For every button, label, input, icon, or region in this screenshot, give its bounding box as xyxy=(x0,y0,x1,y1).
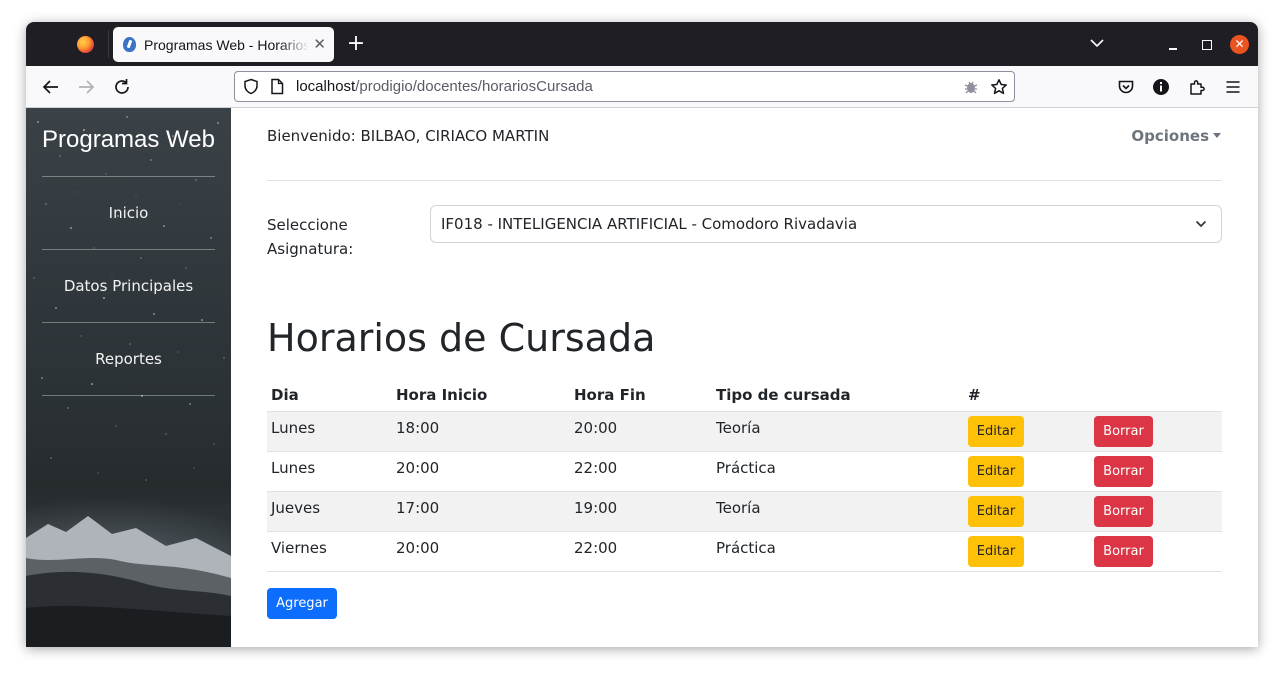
table-row: Lunes 20:00 22:00 Práctica Editar Borrar xyxy=(267,452,1222,492)
window-close-icon[interactable]: ✕ xyxy=(1230,35,1249,54)
sidebar-brand[interactable]: Programas Web xyxy=(26,126,231,154)
extension-info-icon[interactable] xyxy=(1152,78,1170,96)
edit-button[interactable]: Editar xyxy=(968,536,1024,567)
url-host: localhost xyxy=(296,78,356,95)
chevron-down-icon xyxy=(1195,220,1207,228)
edit-button[interactable]: Editar xyxy=(968,496,1024,527)
sidebar-divider xyxy=(42,176,215,177)
sidebar: Programas Web Inicio Datos Principales R… xyxy=(26,108,231,647)
header-divider xyxy=(267,180,1222,181)
cell-tipo-cursada: Práctica xyxy=(716,459,776,477)
subject-select[interactable]: IF018 - INTELIGENCIA ARTIFICIAL - Comodo… xyxy=(430,205,1222,243)
minimize-icon[interactable] xyxy=(1163,34,1183,54)
tab-title: Programas Web - Horarios de Cursada xyxy=(144,36,310,53)
delete-button[interactable]: Borrar xyxy=(1094,416,1153,447)
cell-hora-inicio: 20:00 xyxy=(396,459,440,477)
cell-hora-inicio: 20:00 xyxy=(396,539,440,557)
table-row: Lunes 18:00 20:00 Teoría Editar Borrar xyxy=(267,412,1222,452)
tab-strip: Programas Web - Horarios de Cursada ✕ + … xyxy=(26,22,1258,66)
page-title: Horarios de Cursada xyxy=(267,316,656,360)
welcome-text: Bienvenido: BILBAO, CIRIACO MARTIN xyxy=(267,127,550,145)
edit-button[interactable]: Editar xyxy=(968,416,1024,447)
navigation-toolbar: localhost/prodigio/docentes/horariosCurs… xyxy=(26,66,1258,108)
page-viewport: Programas Web Inicio Datos Principales R… xyxy=(26,108,1258,647)
header-tipo-cursada: Tipo de cursada xyxy=(716,386,851,404)
sidebar-item-datos-principales[interactable]: Datos Principales xyxy=(26,277,231,295)
address-bar[interactable]: localhost/prodigio/docentes/horariosCurs… xyxy=(234,71,1015,102)
schedule-table: Dia Hora Inicio Hora Fin Tipo de cursada… xyxy=(267,380,1222,572)
delete-button[interactable]: Borrar xyxy=(1094,496,1153,527)
back-icon[interactable] xyxy=(40,76,62,98)
cell-hora-fin: 22:00 xyxy=(574,539,618,557)
cell-dia: Jueves xyxy=(271,499,321,517)
list-all-tabs-icon[interactable] xyxy=(1088,34,1106,52)
header-hora-fin: Hora Fin xyxy=(574,386,646,404)
sidebar-divider xyxy=(42,395,215,396)
reload-icon[interactable] xyxy=(111,76,133,98)
cell-tipo-cursada: Teoría xyxy=(716,419,761,437)
cell-tipo-cursada: Práctica xyxy=(716,539,776,557)
tab-active[interactable]: Programas Web - Horarios de Cursada ✕ xyxy=(113,27,334,62)
cell-hora-inicio: 17:00 xyxy=(396,499,440,517)
tab-separator xyxy=(108,30,109,58)
page-info-icon[interactable] xyxy=(270,78,284,95)
edit-button[interactable]: Editar xyxy=(968,456,1024,487)
delete-button[interactable]: Borrar xyxy=(1094,456,1153,487)
maximize-icon[interactable] xyxy=(1196,34,1216,54)
subject-select-label: Seleccione Asignatura: xyxy=(267,216,354,258)
starry-sky-background xyxy=(33,116,225,481)
tab-favicon-icon xyxy=(123,37,136,52)
snowy-mountains-background xyxy=(26,516,231,647)
table-row: Viernes 20:00 22:00 Práctica Editar Borr… xyxy=(267,532,1222,572)
table-header-row: Dia Hora Inicio Hora Fin Tipo de cursada… xyxy=(267,380,1222,412)
options-dropdown[interactable]: Opciones xyxy=(1131,127,1221,145)
firefox-view-icon[interactable] xyxy=(77,36,94,53)
app-menu-hamburger-icon[interactable] xyxy=(1224,78,1242,96)
header-hora-inicio: Hora Inicio xyxy=(396,386,488,404)
cell-dia: Lunes xyxy=(271,419,316,437)
header-actions: # xyxy=(968,386,981,404)
sidebar-divider xyxy=(42,249,215,250)
options-label: Opciones xyxy=(1131,127,1209,145)
cell-dia: Lunes xyxy=(271,459,316,477)
cell-hora-inicio: 18:00 xyxy=(396,419,440,437)
bookmark-star-icon[interactable] xyxy=(990,78,1008,96)
browser-window: Programas Web - Horarios de Cursada ✕ + … xyxy=(26,22,1258,647)
sidebar-item-reportes[interactable]: Reportes xyxy=(26,350,231,368)
new-tab-button[interactable]: + xyxy=(344,31,368,57)
cell-hora-fin: 19:00 xyxy=(574,499,618,517)
header-dia: Dia xyxy=(271,386,299,404)
url-text: localhost/prodigio/docentes/horariosCurs… xyxy=(296,78,593,95)
table-row: Jueves 17:00 19:00 Teoría Editar Borrar xyxy=(267,492,1222,532)
forward-icon[interactable] xyxy=(75,76,97,98)
extensions-puzzle-icon[interactable] xyxy=(1188,78,1206,96)
url-path: /prodigio/docentes/horariosCursada xyxy=(355,78,593,95)
delete-button[interactable]: Borrar xyxy=(1094,536,1153,567)
remote-debug-bug-icon[interactable] xyxy=(963,79,979,95)
cell-dia: Viernes xyxy=(271,539,327,557)
main-content: Bienvenido: BILBAO, CIRIACO MARTIN Opcio… xyxy=(231,108,1258,647)
sidebar-item-inicio[interactable]: Inicio xyxy=(26,204,231,222)
tracking-protection-shield-icon[interactable] xyxy=(243,78,259,95)
cell-tipo-cursada: Teoría xyxy=(716,499,761,517)
tab-close-icon[interactable]: ✕ xyxy=(313,37,326,52)
cell-hora-fin: 20:00 xyxy=(574,419,618,437)
cell-hora-fin: 22:00 xyxy=(574,459,618,477)
caret-down-icon xyxy=(1213,133,1221,138)
subject-select-value: IF018 - INTELIGENCIA ARTIFICIAL - Comodo… xyxy=(441,215,858,233)
sidebar-divider xyxy=(42,322,215,323)
pocket-icon[interactable] xyxy=(1117,78,1135,96)
add-button[interactable]: Agregar xyxy=(267,588,337,619)
